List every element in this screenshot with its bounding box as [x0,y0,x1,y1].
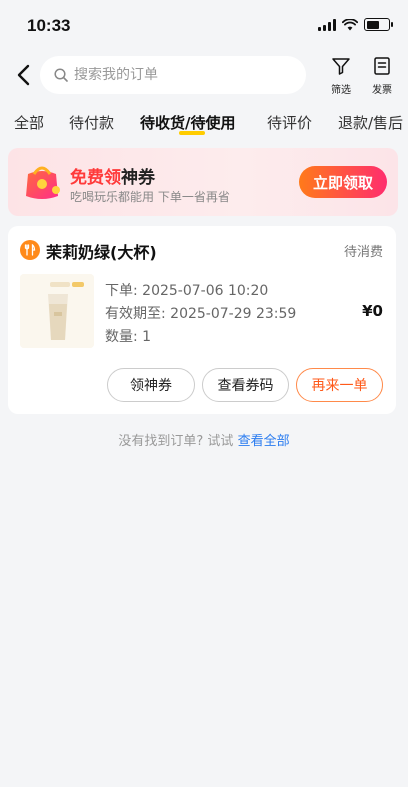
milk-tea-image [20,274,94,348]
wifi-icon [342,18,358,30]
fork-knife-icon [20,240,40,260]
product-thumbnail [20,274,94,348]
search-icon [54,68,68,82]
product-name: 茉莉奶绿(大杯) [46,243,157,262]
tab-refund[interactable]: 退款/售后 [338,112,403,133]
reorder-button[interactable]: 再来一单 [296,368,383,402]
battery-icon [364,18,393,31]
status-time: 10:33 [27,16,71,35]
gift-bag-icon [26,166,60,199]
promo-title-rest: 神券 [121,168,155,188]
invoice-label: 发票 [372,85,392,96]
signal-icon [318,18,336,31]
filter-button[interactable]: 筛选 [326,56,356,96]
quantity: 数量: 1 [105,329,152,345]
filter-label: 筛选 [331,85,351,96]
promo-title: 免费领神券 [70,163,155,188]
tab-to-review[interactable]: 待评价 [267,112,312,133]
status-bar: 10:33 [0,0,408,50]
promo-subtitle: 吃喝玩乐都能用 下单一省再省 [70,190,230,204]
search-bar[interactable] [40,56,306,94]
promo-title-highlight: 免费领 [70,168,121,188]
back-button[interactable] [12,62,36,88]
get-coupon-button[interactable]: 领神券 [107,368,195,402]
coupon-promo-banner[interactable]: 免费领神券 吃喝玩乐都能用 下单一省再省 立即领取 [8,148,398,216]
top-bar: 筛选 发票 [0,52,408,98]
active-tab-indicator [179,131,205,135]
not-found-hint: 没有找到订单? 试试 查看全部 [0,430,408,449]
order-price: ¥0 [362,302,383,320]
view-all-link[interactable]: 查看全部 [238,434,290,449]
claim-now-button[interactable]: 立即领取 [299,166,387,198]
order-card[interactable]: 茉莉奶绿(大杯) 待消费 下单: 2025-07-06 10:20 有效期至: … [8,226,396,414]
valid-until: 有效期至: 2025-07-29 23:59 [105,306,297,322]
tab-all[interactable]: 全部 [14,112,44,133]
tab-pending-payment[interactable]: 待付款 [69,112,114,133]
tab-to-receive-use[interactable]: 待收货/待使用 [140,112,235,133]
chevron-left-icon [17,64,30,86]
invoice-button[interactable]: 发票 [367,56,397,96]
order-tabs: 全部 待付款 待收货/待使用 待评价 退款/售后 [0,108,408,142]
order-time: 下单: 2025-07-06 10:20 [105,283,269,299]
search-input[interactable] [74,67,274,83]
invoice-icon [374,57,390,75]
order-status: 待消费 [343,245,383,260]
status-icons [318,18,393,31]
filter-icon [332,58,350,75]
hint-text: 没有找到订单? 试试 [118,434,234,449]
view-code-button[interactable]: 查看券码 [202,368,289,402]
